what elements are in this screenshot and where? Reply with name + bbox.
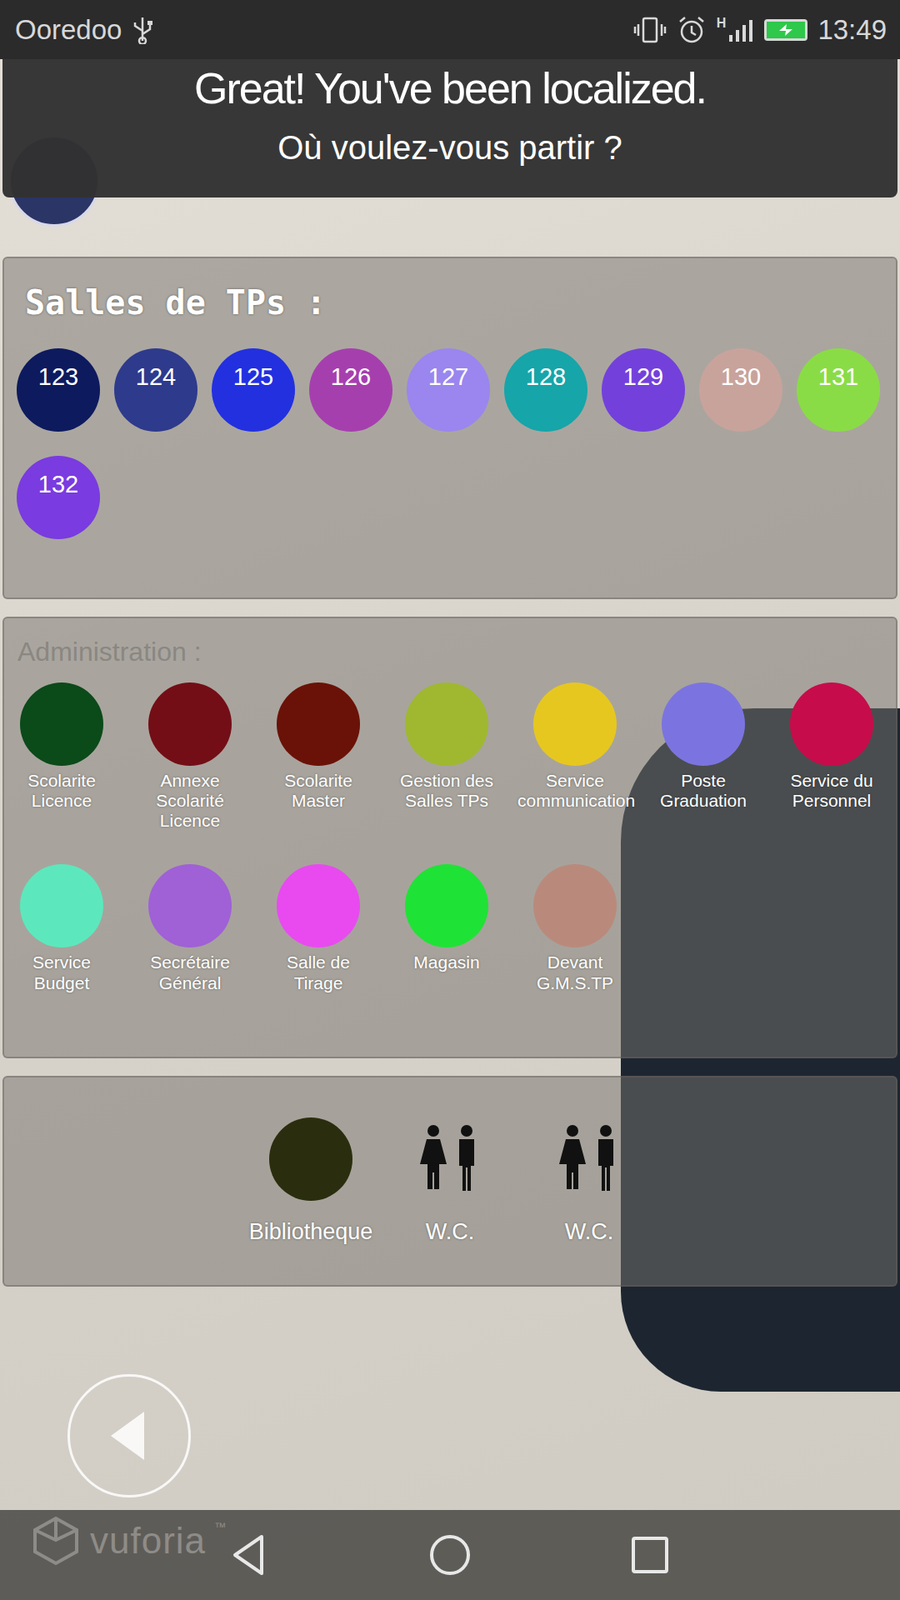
room-button[interactable]: 130 [699,348,783,432]
office-label: Service Budget [4,952,120,993]
office-button[interactable]: Service du Personnel [774,682,890,811]
facilities-panel: Bibliotheque W.C. W.C. [2,1075,898,1287]
office-dot [148,864,232,948]
usb-icon [131,15,154,45]
office-button[interactable]: Devant G.M.S.TP [517,864,633,993]
office-button[interactable]: Magasin [389,864,505,973]
office-dot [533,682,617,766]
office-button[interactable]: Salle de Tirage [260,864,376,993]
office-button[interactable]: Scolarite Licence [4,682,120,811]
facility-button[interactable]: Bibliotheque [248,1117,374,1245]
battery-icon [764,19,808,41]
facility-button[interactable]: W.C. [387,1117,513,1245]
office-dot [790,682,874,766]
tp-title: Salles de TPs : [25,283,896,322]
room-button[interactable]: 125 [211,348,295,432]
facility-label: Bibliotheque [249,1219,374,1245]
vuforia-watermark: vuforia™ [30,1515,226,1567]
room-button[interactable]: 124 [114,348,198,432]
back-arrow-icon [104,1406,155,1465]
room-button[interactable]: 126 [309,348,393,432]
office-button[interactable]: Secrétaire Général [132,864,248,993]
office-button[interactable]: Poste Graduation [645,682,761,811]
tp-rooms-panel: Salles de TPs :1231241251261271281291301… [2,256,898,600]
restroom-icon [547,1117,631,1201]
signal-indicator: H [716,16,755,44]
status-bar: Ooredoo H 13:49 [0,0,900,60]
facility-label: W.C. [565,1219,615,1245]
administration-panel: Administration : Scolarite Licence Annexe … [2,616,898,1059]
room-button[interactable]: 131 [796,348,880,432]
ar-screen: Ooredoo H 13:49 Great! You've been localize… [0,0,900,1600]
back-button[interactable] [67,1374,191,1498]
office-dot [661,682,745,766]
room-button[interactable]: 132 [16,455,100,540]
office-dot [20,864,104,948]
office-dot [533,864,617,948]
office-dot [405,864,489,948]
toast-title: Great! You've been localized. [15,64,885,115]
signal-icon [727,18,755,44]
office-dot [148,682,232,766]
nav-recents-icon[interactable] [625,1530,675,1580]
office-label: Scolarite Master [260,770,376,811]
office-dot [20,682,104,766]
office-button[interactable]: Annexe Scolarité Licence [132,682,248,831]
facility-button[interactable]: W.C. [526,1117,652,1245]
office-label: Devant G.M.S.TP [517,952,633,993]
office-dot [276,864,360,948]
office-label: Gestion des Salles TPs [389,770,505,811]
facility-label: W.C. [425,1219,475,1245]
nav-home-icon[interactable] [425,1530,475,1580]
office-button[interactable]: Scolarite Master [260,682,376,811]
network-type: H [716,16,727,30]
office-dot [405,682,489,766]
charging-icon [777,22,795,38]
alarm-icon [676,15,707,45]
nav-back-icon[interactable] [225,1530,275,1580]
office-dot [276,682,360,766]
room-button[interactable]: 127 [406,348,490,432]
vibrate-icon [633,15,667,45]
room-button[interactable]: 128 [504,348,588,432]
office-label: Annexe Scolarité Licence [132,770,248,831]
office-label: Salle de Tirage [260,952,376,993]
office-button[interactable]: Service Budget [4,864,120,993]
office-label: Service du Personnel [774,770,890,811]
room-button[interactable]: 123 [16,348,100,432]
restroom-icon [408,1117,492,1201]
administration-title: Administration : [17,636,896,668]
toast-subtitle: Où voulez-vous partir ? [15,127,885,168]
destination-list: Salles de TPs :1231241251261271281291301… [0,256,900,1287]
vuforia-logo-icon [30,1515,82,1567]
carrier-label: Ooredoo [15,14,122,46]
library-dot [269,1117,353,1201]
office-label: Poste Graduation [645,770,761,811]
office-label: Magasin [389,952,505,973]
office-button[interactable]: Service communication [517,682,633,811]
office-label: Scolarite Licence [4,770,120,811]
office-label: Secrétaire Général [132,952,248,993]
room-button[interactable]: 129 [601,348,685,432]
localized-toast: Great! You've been localized. Où voulez-v… [2,59,898,198]
office-label: Service communication [517,770,633,811]
office-button[interactable]: Gestion des Salles TPs [389,682,505,811]
clock: 13:49 [817,14,887,46]
